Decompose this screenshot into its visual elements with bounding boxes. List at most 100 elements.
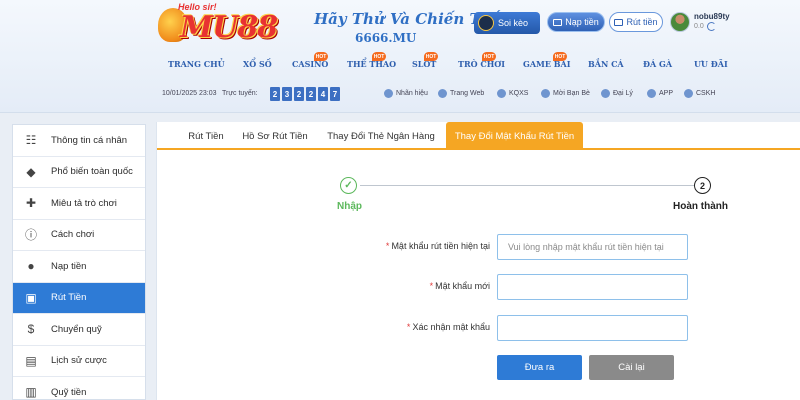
- nav-item-casino[interactable]: CASINO HOT: [292, 52, 328, 69]
- online-digit: 2: [270, 87, 280, 101]
- tab-ho-so-rut-tien[interactable]: Hồ Sơ Rút Tiền: [239, 122, 311, 150]
- hot-badge: HOT: [482, 52, 496, 61]
- nav-item-da-ga[interactable]: ĐÁ GÀ: [643, 59, 672, 69]
- online-digit: 2: [294, 87, 304, 101]
- step-2-number: 2: [694, 177, 711, 194]
- sidebar-item-label: Rút Tiền: [51, 292, 87, 304]
- site-header: Hello sir! MU88 Hãy Thử Và Chiến Thắng! …: [0, 0, 800, 113]
- current-password-row: * Mật khẩu rút tiền hiện tại: [157, 234, 800, 260]
- nav-item-uu-dai[interactable]: ƯU ĐÃI: [694, 59, 728, 69]
- sidebar-item-pho-bien[interactable]: ◆ Phổ biến toàn quốc: [13, 157, 145, 188]
- online-digit: 3: [282, 87, 292, 101]
- link-cskh[interactable]: CSKH: [684, 89, 715, 98]
- soi-keo-button[interactable]: Soi kèo: [474, 12, 540, 34]
- date-time: 10/01/2025 23:03: [162, 90, 217, 97]
- balance: 0.0: [694, 23, 704, 30]
- new-password-input[interactable]: [497, 274, 688, 300]
- sidebar-item-quy-tien[interactable]: ▥ Quỹ tiền: [13, 377, 145, 400]
- reset-button[interactable]: Cài lại: [589, 355, 674, 380]
- logo-text: MU88: [180, 10, 278, 45]
- soccer-ball-icon: [478, 15, 494, 31]
- confirm-password-row: * Xác nhận mật khẩu: [157, 315, 800, 341]
- sidebar-item-rut-tien[interactable]: ▣ Rút Tiền: [13, 282, 145, 314]
- site-logo[interactable]: Hello sir! MU88: [158, 2, 286, 50]
- step-2-label: Hoàn thành: [673, 201, 728, 212]
- brand-icon: [384, 89, 393, 98]
- invite-icon: [541, 89, 550, 98]
- nav-item-slot[interactable]: SLOT HOT: [412, 52, 438, 69]
- sidebar-item-label: Miêu tả trò chơi: [51, 197, 117, 209]
- diamond-icon: ◆: [26, 164, 36, 179]
- fund-icon: ▥: [25, 385, 37, 400]
- username: nobu89ty: [694, 12, 730, 21]
- sidebar-item-label: Cách chơi: [51, 229, 95, 241]
- link-kqxs[interactable]: KQXS: [497, 89, 528, 98]
- nav-item-ban-ca[interactable]: BẮN CÁ: [588, 59, 624, 69]
- sidebar-item-thong-tin[interactable]: ☷ Thông tin cá nhân: [13, 125, 145, 157]
- wallet-icon: [553, 18, 563, 26]
- confirm-password-label: * Xác nhận mật khẩu: [406, 322, 490, 332]
- rut-tien-button[interactable]: Rút tiền: [609, 12, 663, 32]
- nav-item-tro-choi[interactable]: TRÒ CHƠI HOT: [458, 52, 505, 69]
- card-icon: [614, 18, 624, 26]
- tab-thay-doi-the[interactable]: Thay Đổi Thẻ Ngân Hàng: [321, 122, 441, 150]
- online-digit: 2: [306, 87, 316, 101]
- step-connector: [360, 185, 696, 186]
- gamepad-icon: ✚: [25, 196, 37, 211]
- info-icon: ⓘ: [24, 228, 37, 243]
- tab-thay-doi-mat-khau[interactable]: Thay Đổi Mật Khẩu Rút Tiền: [446, 122, 583, 150]
- sidebar-item-mieu-ta[interactable]: ✚ Miêu tả trò chơi: [13, 188, 145, 220]
- link-dai-ly[interactable]: Đại Lý: [601, 89, 633, 98]
- piggy-bank-icon: ●: [27, 259, 35, 274]
- lottery-icon: [497, 89, 506, 98]
- main-nav: TRANG CHỦ XỔ SỐ CASINO HOT THỂ THAO HOT SL…: [150, 52, 800, 77]
- nap-tien-label: Nạp tiền: [565, 17, 599, 27]
- support-icon: [684, 89, 693, 98]
- main-panel: Rút Tiền Hồ Sơ Rút Tiền Thay Đổi Thẻ Ngâ…: [156, 122, 800, 400]
- new-password-row: * Mật khẩu mới: [157, 274, 800, 300]
- avatar[interactable]: [670, 12, 690, 32]
- info-bar: 10/01/2025 23:03 Trực tuyến: 2 3 2 2 4 7…: [0, 82, 800, 106]
- link-app[interactable]: APP: [647, 89, 673, 98]
- sidebar-item-label: Thông tin cá nhân: [51, 134, 128, 146]
- hot-badge: HOT: [553, 52, 567, 61]
- sidebar-item-chuyen-quy[interactable]: $ Chuyển quỹ: [13, 314, 145, 346]
- soi-keo-label: Soi kèo: [498, 18, 529, 28]
- id-card-icon: ☷: [25, 133, 37, 148]
- confirm-password-input[interactable]: [497, 315, 688, 341]
- sidebar-item-label: Nạp tiền: [51, 260, 87, 272]
- nav-item-the-thao[interactable]: THỂ THAO HOT: [347, 52, 396, 69]
- hot-badge: HOT: [314, 52, 328, 61]
- globe-icon: [438, 89, 447, 98]
- link-trang-web[interactable]: Trang Web: [438, 89, 484, 98]
- link-moi-ban-be[interactable]: Mời Bạn Bè: [541, 89, 590, 98]
- sidebar-item-lich-su[interactable]: ▤ Lịch sử cược: [13, 346, 145, 377]
- progress-stepper: ✓ 2 Nhập Hoàn thành: [157, 172, 800, 222]
- step-1-label: Nhập: [337, 201, 362, 212]
- current-password-label: * Mật khẩu rút tiền hiện tại: [385, 241, 490, 251]
- agent-icon: [601, 89, 610, 98]
- sidebar-item-cach-choi[interactable]: ⓘ Cách chơi: [13, 220, 145, 251]
- online-label: Trực tuyến:: [222, 90, 258, 97]
- history-icon: ▤: [25, 353, 37, 368]
- dollar-icon: $: [27, 322, 35, 337]
- nav-item-game-bai[interactable]: GAME BÀI HOT: [523, 52, 571, 69]
- online-digit: 4: [318, 87, 328, 101]
- submit-button[interactable]: Đưa ra: [497, 355, 582, 380]
- tab-rut-tien[interactable]: Rút Tiền: [175, 122, 237, 150]
- nav-item-xo-so[interactable]: XỔ SỐ: [243, 59, 272, 69]
- online-digit: 7: [330, 87, 340, 101]
- link-nhan-hieu[interactable]: Nhãn hiệu: [384, 89, 428, 98]
- refresh-icon[interactable]: [707, 22, 716, 31]
- account-sidebar: ☷ Thông tin cá nhân ◆ Phổ biến toàn quốc…: [12, 124, 146, 400]
- hot-badge: HOT: [372, 52, 386, 61]
- nav-item-trang-chu[interactable]: TRANG CHỦ: [168, 59, 225, 69]
- withdraw-icon: ▣: [25, 290, 37, 305]
- sidebar-item-nap-tien[interactable]: ● Nạp tiền: [13, 251, 145, 283]
- check-icon: ✓: [340, 177, 357, 194]
- sidebar-item-label: Quỹ tiền: [51, 386, 87, 398]
- tab-bar: Rút Tiền Hồ Sơ Rút Tiền Thay Đổi Thẻ Ngâ…: [157, 122, 800, 150]
- current-password-input[interactable]: [497, 234, 688, 260]
- nap-tien-button[interactable]: Nạp tiền: [547, 12, 605, 32]
- sidebar-item-label: Lịch sử cược: [51, 355, 107, 367]
